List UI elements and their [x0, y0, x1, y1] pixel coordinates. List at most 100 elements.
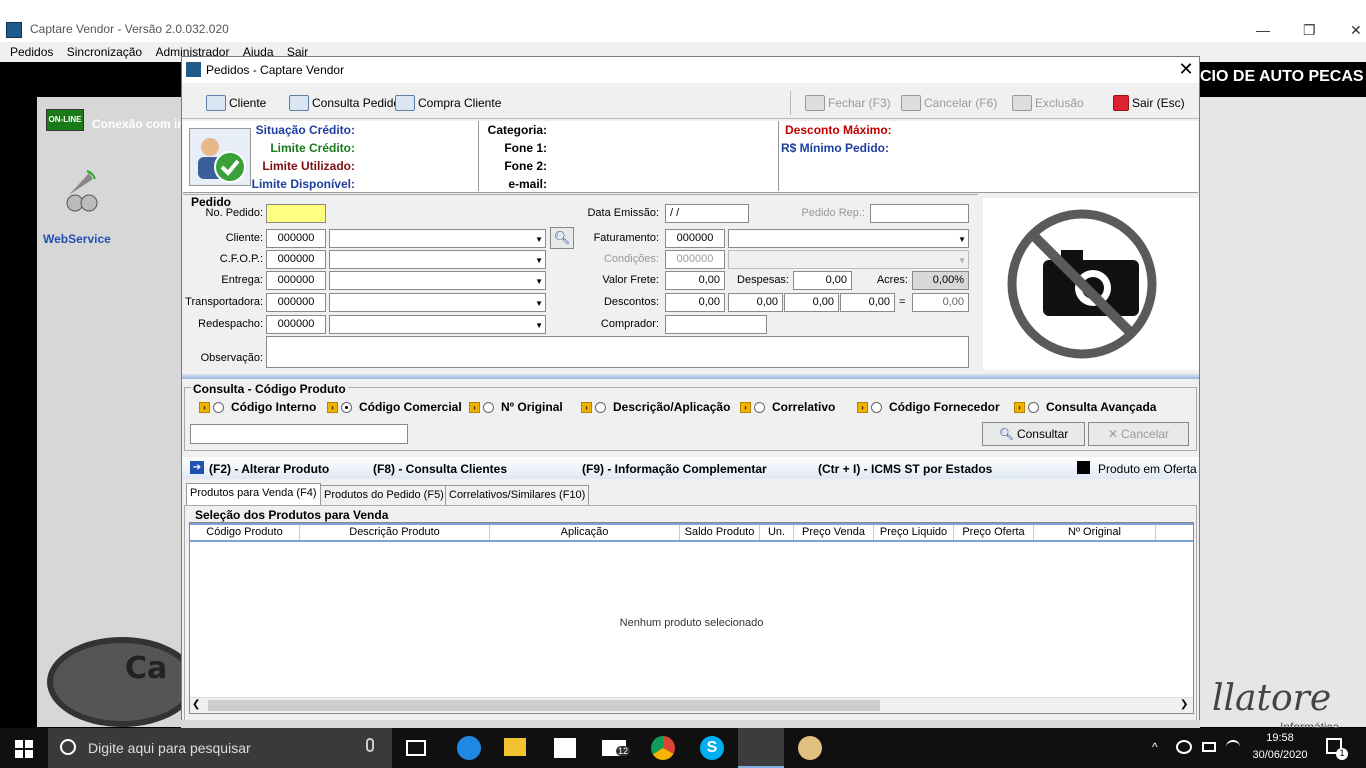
file-explorer-icon[interactable]: [504, 738, 526, 756]
radio-codigo-interno[interactable]: › Código Interno: [199, 400, 316, 414]
radio-correlativo[interactable]: › Correlativo: [740, 400, 835, 414]
skype-icon[interactable]: S: [700, 736, 724, 760]
webservice-label[interactable]: WebService: [43, 232, 111, 246]
task-view-icon[interactable]: [406, 740, 426, 756]
shortcut-f8[interactable]: (F8) - Consulta Clientes: [373, 462, 507, 476]
shortcut-f9[interactable]: (F9) - Informação Complementar: [582, 462, 767, 476]
valor-frete-input[interactable]: 0,00: [665, 271, 725, 290]
cliente-code-input[interactable]: 000000: [266, 229, 326, 248]
desconto-3-input[interactable]: 0,00: [784, 293, 839, 312]
shortcut-f2[interactable]: (F2) - Alterar Produto: [209, 462, 329, 476]
menu-pedidos[interactable]: Pedidos: [10, 45, 53, 59]
entrega-select[interactable]: ▼: [329, 271, 546, 290]
main-window-title: Captare Vendor - Versão 2.0.032.020: [30, 22, 229, 36]
cancelar-pedido-button[interactable]: Cancelar (F6): [901, 95, 997, 111]
observacao-input[interactable]: [266, 336, 969, 368]
col-descricao-produto[interactable]: Descrição Produto: [300, 525, 490, 540]
tab-produtos-do-pedido[interactable]: Produtos do Pedido (F5): [320, 485, 448, 505]
products-grid[interactable]: Código Produto Descrição Produto Aplicaç…: [189, 522, 1194, 714]
acres-input[interactable]: 0,00%: [912, 271, 969, 290]
fechar-button[interactable]: Fechar (F3): [805, 95, 891, 111]
redespacho-code-input[interactable]: 000000: [266, 315, 326, 334]
shortcut-ctrl-i[interactable]: (Ctr + I) - ICMS ST por Estados: [818, 462, 992, 476]
faturamento-code-input[interactable]: 000000: [665, 229, 725, 248]
arrow-right-icon: ➔: [190, 461, 204, 474]
no-photo-icon: [1007, 209, 1157, 359]
radio-consulta-avancada[interactable]: › Consulta Avançada: [1014, 400, 1156, 414]
compra-cliente-button[interactable]: Compra Cliente: [395, 95, 501, 111]
close-icon: ✕: [1107, 427, 1119, 441]
tab-correlativos-similares[interactable]: Correlativos/Similares (F10): [445, 485, 590, 505]
pedido-rep-input[interactable]: [870, 204, 969, 223]
col-n-original[interactable]: Nº Original: [1034, 525, 1156, 540]
condicoes-code-input[interactable]: 000000: [665, 250, 725, 269]
condicoes-select[interactable]: ▼: [728, 250, 969, 269]
faturamento-select[interactable]: ▼: [728, 229, 969, 248]
minimize-button[interactable]: —: [1256, 22, 1270, 38]
desconto-total-input[interactable]: 0,00: [912, 293, 969, 312]
desconto-maximo-label: Desconto Máximo:: [785, 123, 892, 137]
desconto-4-input[interactable]: 0,00: [840, 293, 895, 312]
clock-date[interactable]: 30/06/2020: [1250, 749, 1310, 761]
paint-icon[interactable]: [798, 736, 822, 760]
cfop-select[interactable]: ▼: [329, 250, 546, 269]
chevron-up-icon[interactable]: ^: [1152, 740, 1158, 754]
no-pedido-input[interactable]: [266, 204, 326, 223]
consulta-pedido-button[interactable]: Consulta Pedido: [289, 95, 400, 111]
desconto-1-input[interactable]: 0,00: [665, 293, 725, 312]
windows-start-icon[interactable]: [15, 740, 33, 758]
captare-taskbar-button[interactable]: [738, 728, 784, 768]
col-un[interactable]: Un.: [760, 525, 794, 540]
scrollbar-thumb[interactable]: [208, 700, 880, 711]
scroll-left-icon[interactable]: ❮: [192, 699, 200, 710]
radio-codigo-fornecedor[interactable]: › Código Fornecedor: [857, 400, 1000, 414]
cfop-code-input[interactable]: 000000: [266, 250, 326, 269]
battery-icon[interactable]: [1202, 742, 1216, 752]
network-icon[interactable]: [1176, 740, 1192, 754]
transportadora-code-input[interactable]: 000000: [266, 293, 326, 312]
entrega-code-input[interactable]: 000000: [266, 271, 326, 290]
menu-sincronizacao[interactable]: Sincronização: [67, 45, 142, 59]
wifi-icon[interactable]: [1226, 740, 1240, 754]
cliente-button[interactable]: Cliente: [206, 95, 266, 111]
radio-descricao-aplicacao[interactable]: › Descrição/Aplicação: [581, 400, 730, 414]
col-codigo-produto[interactable]: Código Produto: [190, 525, 300, 540]
col-saldo-produto[interactable]: Saldo Produto: [680, 525, 760, 540]
taskbar-search-box[interactable]: Digite aqui para pesquisar: [48, 728, 392, 768]
no-pedido-label: No. Pedido:: [205, 207, 263, 219]
consulta-input[interactable]: [190, 424, 408, 444]
cliente-search-button[interactable]: 🔍︎: [550, 227, 574, 249]
consultar-button[interactable]: 🔍︎ Consultar: [982, 422, 1085, 446]
comprador-input[interactable]: [665, 315, 767, 334]
exclusao-icon: [1012, 95, 1032, 111]
close-button[interactable]: ✕: [1350, 22, 1362, 39]
microphone-icon[interactable]: [366, 738, 374, 752]
col-preco-liquido[interactable]: Preço Liquido: [874, 525, 954, 540]
data-emissao-input[interactable]: / /: [665, 204, 749, 223]
radio-codigo-comercial[interactable]: › Código Comercial: [327, 400, 462, 414]
dialog-close-button[interactable]: ✕: [1176, 59, 1196, 80]
exclusao-button[interactable]: Exclusão: [1012, 95, 1084, 111]
despesas-input[interactable]: 0,00: [793, 271, 852, 290]
transportadora-select[interactable]: ▼: [329, 293, 546, 312]
radio-n-original[interactable]: › Nº Original: [469, 400, 563, 414]
col-preco-venda[interactable]: Preço Venda: [794, 525, 874, 540]
toolbar: Cliente Consulta Pedido Compra Cliente F…: [182, 87, 1199, 119]
cancelar-consulta-button[interactable]: ✕ Cancelar: [1088, 422, 1189, 446]
product-photo-placeholder: [983, 198, 1199, 370]
col-aplicacao[interactable]: Aplicação: [490, 525, 680, 540]
search-icon: 🔍︎: [998, 427, 1014, 441]
cliente-select[interactable]: ▼: [329, 229, 546, 248]
scroll-right-icon[interactable]: ❯: [1180, 699, 1188, 710]
maximize-button[interactable]: ❐: [1303, 22, 1316, 39]
store-icon[interactable]: [554, 738, 576, 758]
col-preco-oferta[interactable]: Preço Oferta: [954, 525, 1034, 540]
redespacho-select[interactable]: ▼: [329, 315, 546, 334]
chrome-icon[interactable]: [651, 736, 675, 760]
edge-icon[interactable]: [457, 736, 481, 760]
sair-button[interactable]: Sair (Esc): [1113, 95, 1185, 111]
tab-produtos-para-venda[interactable]: Produtos para Venda (F4): [186, 483, 321, 505]
desconto-2-input[interactable]: 0,00: [728, 293, 783, 312]
horizontal-scrollbar[interactable]: ❮ ❯: [190, 697, 1193, 713]
clock-time[interactable]: 19:58: [1250, 732, 1310, 744]
